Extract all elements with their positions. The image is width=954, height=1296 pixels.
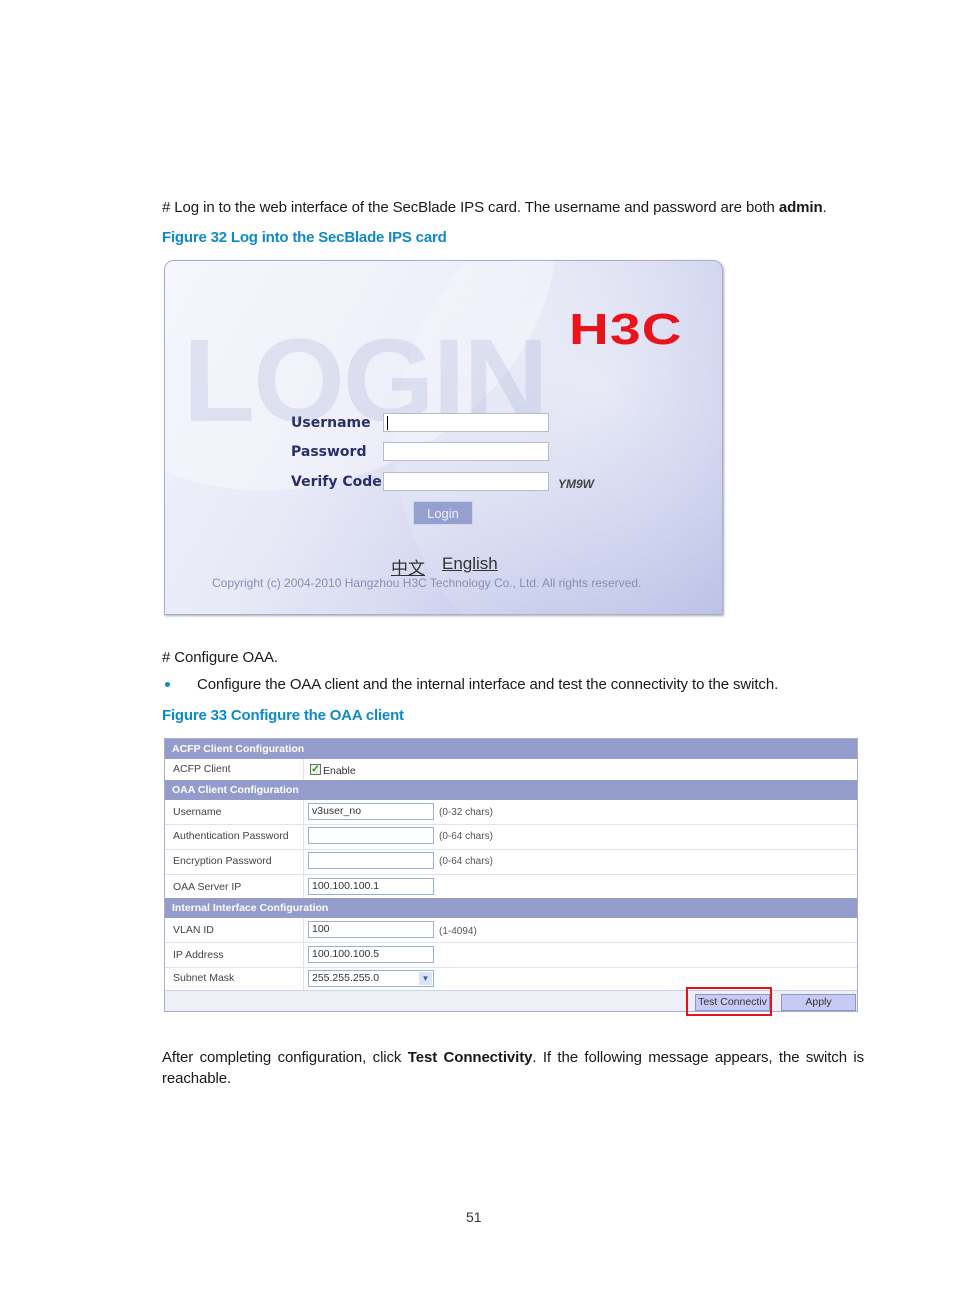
- configure-heading: # Configure OAA.: [162, 649, 278, 666]
- row-username: Username v3user_no (0-32 chars): [165, 800, 857, 825]
- column-divider: [303, 849, 304, 874]
- subnet-mask-label: Subnet Mask: [173, 972, 235, 984]
- acfp-client-label: ACFP Client: [173, 763, 231, 775]
- username-hint: (0-32 chars): [439, 807, 493, 818]
- enc-password-input[interactable]: [308, 852, 434, 869]
- auth-password-hint: (0-64 chars): [439, 831, 493, 842]
- intro-suffix: .: [822, 199, 827, 216]
- ip-address-input[interactable]: 100.100.100.5: [308, 946, 434, 963]
- column-divider: [303, 824, 304, 849]
- vlan-id-label: VLAN ID: [173, 924, 214, 936]
- text-cursor: [387, 416, 388, 430]
- server-ip-input[interactable]: 100.100.100.1: [308, 878, 434, 895]
- acfp-enable-label: Enable: [323, 765, 356, 777]
- section-acfp: ACFP Client Configuration: [165, 739, 857, 759]
- after-bold: Test Connectivity: [407, 1049, 533, 1066]
- server-ip-label: OAA Server IP: [173, 881, 242, 893]
- intro-text: # Log in to the web interface of the Sec…: [162, 199, 779, 216]
- oaa-config-screenshot: ACFP Client Configuration ACFP Client ✓ …: [164, 738, 858, 1012]
- h3c-logo: H3C: [569, 305, 683, 354]
- highlight-box: [686, 987, 772, 1016]
- enc-password-hint: (0-64 chars): [439, 856, 493, 867]
- section-internal: Internal Interface Configuration: [165, 898, 857, 918]
- username-label: Username: [173, 806, 222, 818]
- row-acfp-client: ACFP Client ✓ Enable: [165, 759, 857, 781]
- username-label: Username: [291, 415, 371, 431]
- row-vlan-id: VLAN ID 100 (1-4094): [165, 918, 857, 943]
- verify-code-image[interactable]: YM9W: [558, 477, 594, 491]
- configure-bullet: Configure the OAA client and the interna…: [197, 676, 779, 693]
- copyright: Copyright (c) 2004-2010 Hangzhou H3C Tec…: [212, 576, 642, 590]
- oaa-username-input[interactable]: v3user_no: [308, 803, 434, 820]
- after-text: After completing configuration, click: [162, 1049, 408, 1066]
- auth-password-label: Authentication Password: [173, 830, 289, 842]
- after-paragraph: After completing configuration, click Te…: [162, 1049, 864, 1066]
- subnet-mask-select[interactable]: 255.255.255.0 ▼: [308, 970, 434, 987]
- figure-33-caption: Figure 33 Configure the OAA client: [162, 707, 404, 724]
- bullet-icon: [165, 682, 170, 687]
- column-divider: [303, 942, 304, 967]
- after-suffix: . If the following message appears, the …: [532, 1049, 864, 1066]
- ip-address-label: IP Address: [173, 949, 224, 961]
- chevron-down-icon[interactable]: ▼: [419, 972, 432, 985]
- enc-password-label: Encryption Password: [173, 855, 272, 867]
- intro-bold: admin: [778, 199, 823, 216]
- column-divider: [303, 800, 304, 824]
- intro-paragraph: # Log in to the web interface of the Sec…: [162, 199, 827, 216]
- column-divider: [303, 967, 304, 990]
- after-line2: reachable.: [162, 1070, 232, 1087]
- verify-code-label: Verify Code: [291, 474, 382, 490]
- column-divider: [303, 759, 304, 780]
- username-input[interactable]: [383, 413, 549, 432]
- subnet-mask-value: 255.255.255.0: [312, 972, 380, 984]
- lang-english-link[interactable]: English: [442, 554, 498, 574]
- login-button[interactable]: Login: [413, 501, 473, 525]
- password-label: Password: [291, 444, 367, 460]
- login-screenshot: LOGIN H3C Username Password Verify Code …: [164, 260, 723, 615]
- column-divider: [303, 874, 304, 898]
- row-server-ip: OAA Server IP 100.100.100.1: [165, 874, 857, 898]
- row-auth-password: Authentication Password (0-64 chars): [165, 824, 857, 850]
- verify-code-input[interactable]: [383, 472, 549, 491]
- vlan-id-input[interactable]: 100: [308, 921, 434, 938]
- auth-password-input[interactable]: [308, 827, 434, 844]
- apply-button[interactable]: Apply: [781, 994, 856, 1011]
- password-input[interactable]: [383, 442, 549, 461]
- acfp-enable-checkbox[interactable]: ✓: [310, 764, 321, 775]
- vlan-id-hint: (1-4094): [439, 926, 477, 937]
- figure-32-caption: Figure 32 Log into the SecBlade IPS card: [162, 229, 447, 246]
- row-enc-password: Encryption Password (0-64 chars): [165, 849, 857, 875]
- column-divider: [303, 918, 304, 942]
- page-number: 51: [466, 1209, 482, 1225]
- row-ip-address: IP Address 100.100.100.5: [165, 942, 857, 968]
- section-oaa: OAA Client Configuration: [165, 780, 857, 800]
